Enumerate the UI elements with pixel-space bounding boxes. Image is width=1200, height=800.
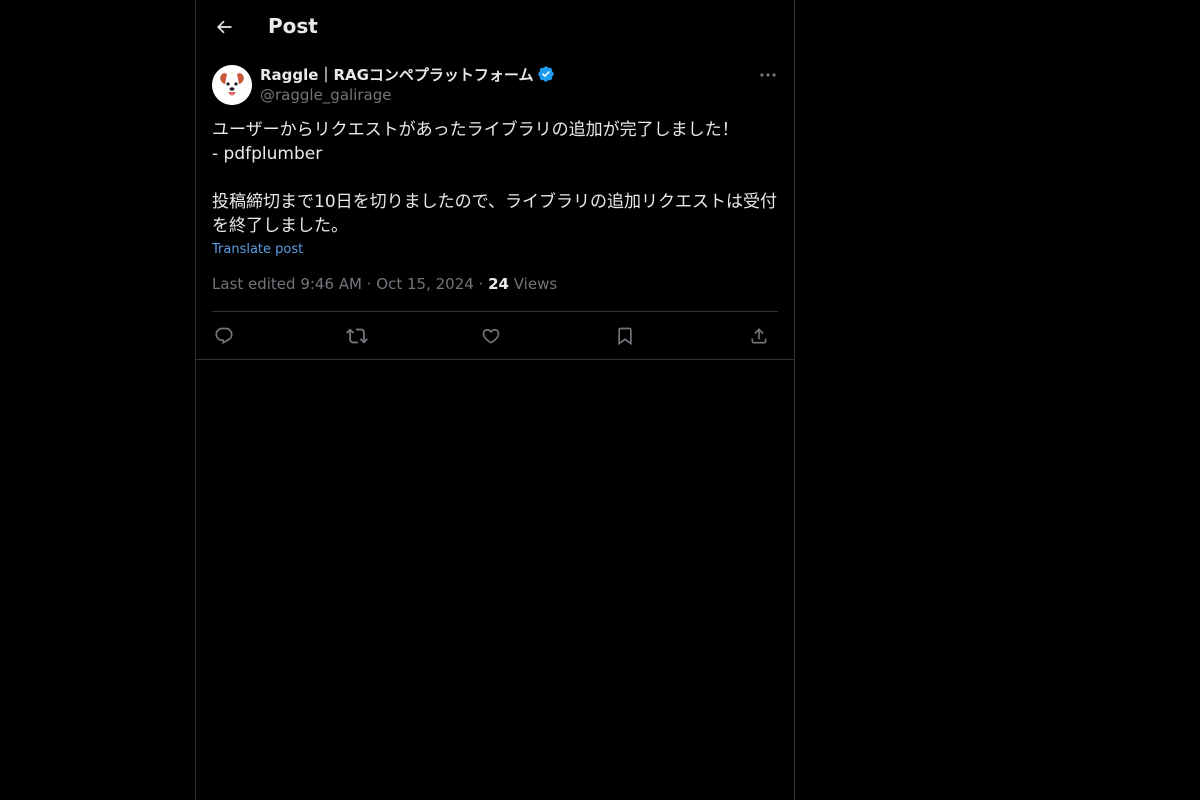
dog-mascot-avatar [212, 65, 252, 105]
post-actions-bar [212, 320, 778, 352]
verified-badge-icon[interactable] [537, 65, 555, 83]
page-title: Post [268, 14, 318, 38]
repost-button[interactable] [343, 322, 371, 350]
share-icon [749, 326, 769, 346]
avatar[interactable] [212, 65, 252, 105]
repost-icon [346, 325, 368, 347]
reply-icon [214, 326, 234, 346]
reply-button[interactable] [210, 322, 238, 350]
edited-timestamp[interactable]: Last edited 9:46 AM · Oct 15, 2024 · [212, 275, 488, 293]
translate-post-link[interactable]: Translate post [212, 242, 303, 257]
bookmark-button[interactable] [611, 322, 639, 350]
share-button[interactable] [745, 322, 773, 350]
post-bottom-border [196, 359, 794, 360]
post-header: Post [196, 0, 794, 53]
heart-icon [481, 326, 501, 346]
author-name[interactable]: Raggle｜RAGコンペプラットフォーム [260, 64, 533, 85]
post-text: ユーザーからリクエストがあったライブラリの追加が完了しました！ - pdfplu… [212, 120, 777, 236]
more-dots-icon [759, 72, 777, 78]
post-metadata: Last edited 9:46 AM · Oct 15, 2024 · 24 … [212, 275, 557, 293]
divider [212, 311, 778, 312]
like-button[interactable] [477, 322, 505, 350]
more-options-button[interactable] [756, 64, 780, 86]
back-button[interactable] [208, 11, 240, 43]
views-count: 24 [488, 275, 509, 293]
author-handle[interactable]: @raggle_galirage [260, 86, 391, 104]
views-label: Views [508, 275, 558, 293]
author-name-row: Raggle｜RAGコンペプラットフォーム [260, 64, 555, 84]
post-detail-column: Post Raggle｜RAGコンペプラットフォーム @raggle_galir… [195, 0, 795, 800]
arrow-left-icon [214, 17, 234, 37]
bookmark-icon [615, 326, 635, 346]
